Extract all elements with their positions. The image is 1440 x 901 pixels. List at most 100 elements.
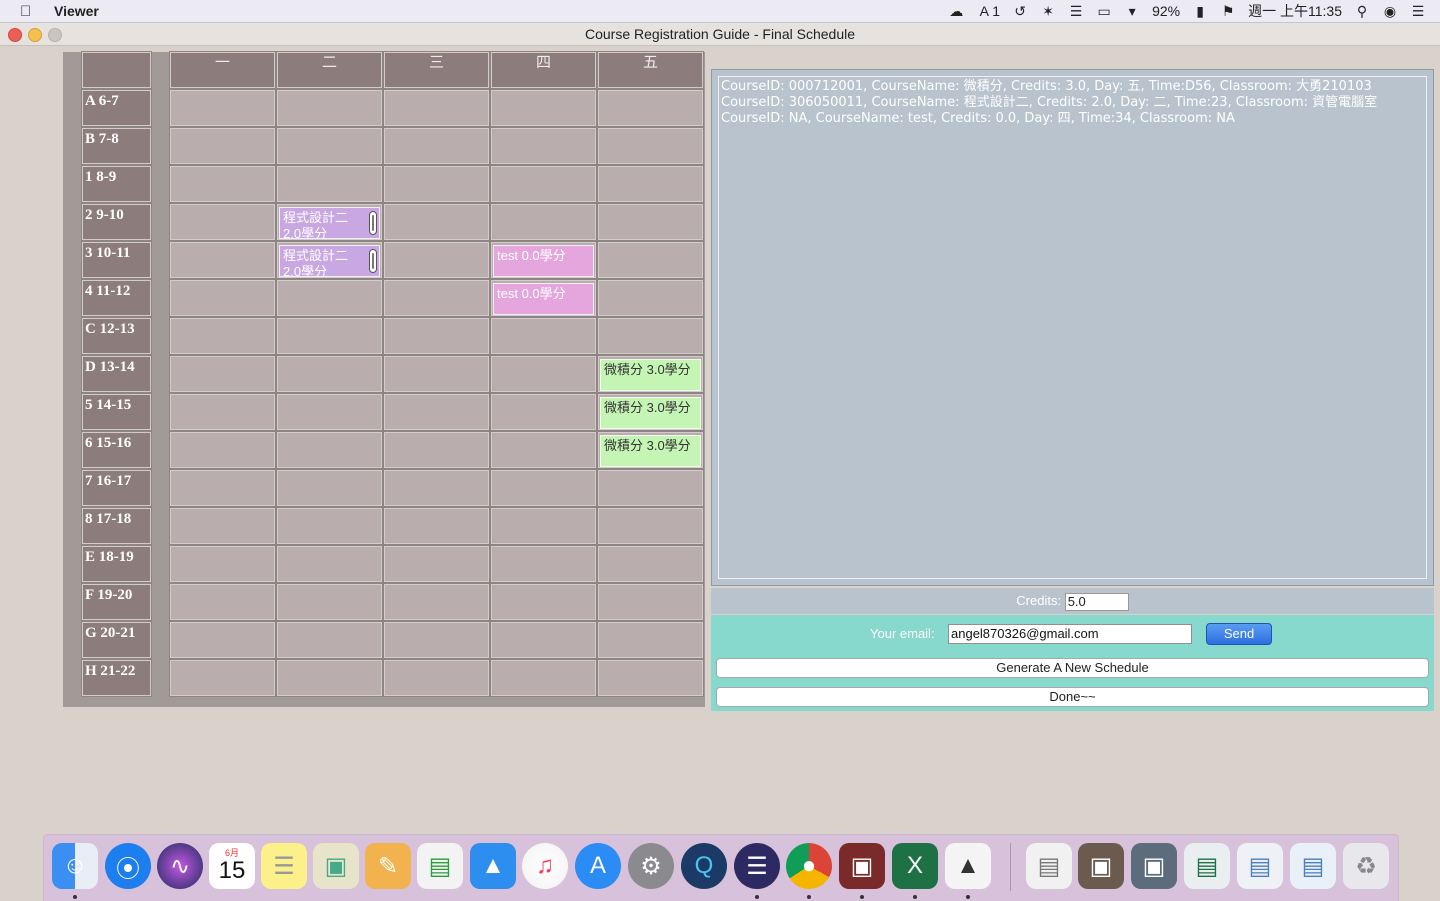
- system-preferences-icon[interactable]: ⚙: [628, 843, 674, 889]
- siri-dock-icon[interactable]: ∿: [157, 843, 203, 889]
- timetable-cell[interactable]: [490, 621, 597, 659]
- timetable-cell[interactable]: [169, 393, 276, 431]
- course-log-text[interactable]: CourseID: 000712001, CourseName: 微積分, Cr…: [718, 76, 1427, 579]
- timetable-cell[interactable]: [276, 659, 383, 697]
- course-block[interactable]: 微積分 3.0學分: [600, 435, 701, 467]
- pdf-document-icon[interactable]: ▤: [1026, 843, 1072, 889]
- course-block[interactable]: test 0.0學分: [493, 283, 594, 315]
- timetable-cell[interactable]: [490, 355, 597, 393]
- timetable-cell[interactable]: [169, 583, 276, 621]
- timetable-cell[interactable]: [169, 621, 276, 659]
- timetable-cell[interactable]: [383, 165, 490, 203]
- timetable-cell[interactable]: [383, 89, 490, 127]
- minimize-window-button[interactable]: [28, 28, 42, 42]
- timetable-cell[interactable]: [490, 583, 597, 621]
- timetable-cell[interactable]: [597, 89, 704, 127]
- timetable-cell[interactable]: [490, 469, 597, 507]
- timetable-cell[interactable]: [169, 507, 276, 545]
- course-block[interactable]: 程式設計二 2.0學分: [279, 207, 380, 239]
- java-app-icon[interactable]: ▲: [945, 843, 991, 889]
- eclipse-icon[interactable]: ☰: [734, 843, 780, 889]
- timetable-cell[interactable]: [276, 355, 383, 393]
- timetable-cell[interactable]: [169, 469, 276, 507]
- keynote-icon[interactable]: ▲: [470, 843, 516, 889]
- creative-cloud-icon[interactable]: ☁: [948, 3, 964, 20]
- photo-thumbnail-icon[interactable]: ▣: [1078, 843, 1124, 889]
- apple-menu-icon[interactable]: : [20, 3, 36, 20]
- timetable-cell[interactable]: [169, 355, 276, 393]
- timetable-cell[interactable]: [597, 203, 704, 241]
- timetable-cell[interactable]: [383, 241, 490, 279]
- timetable-cell[interactable]: [597, 621, 704, 659]
- volume-icon[interactable]: ▾: [1124, 3, 1140, 20]
- timetable-cell[interactable]: [383, 279, 490, 317]
- timetable-cell[interactable]: [490, 203, 597, 241]
- timetable-cell[interactable]: [169, 203, 276, 241]
- timetable-cell[interactable]: [169, 89, 276, 127]
- timetable-cell[interactable]: [169, 431, 276, 469]
- scroll-knob[interactable]: [369, 249, 377, 273]
- timetable-cell[interactable]: [276, 507, 383, 545]
- timetable-cell[interactable]: [169, 659, 276, 697]
- app-store-icon[interactable]: A: [575, 843, 621, 889]
- timetable-cell[interactable]: [597, 165, 704, 203]
- timetable-cell[interactable]: [276, 431, 383, 469]
- timetable-cell[interactable]: [276, 165, 383, 203]
- spotlight-search-icon[interactable]: ⚲: [1354, 3, 1370, 20]
- timetable-cell[interactable]: [276, 621, 383, 659]
- notes-icon[interactable]: ☰: [261, 843, 307, 889]
- timetable-cell[interactable]: [597, 317, 704, 355]
- photo-booth-icon[interactable]: ▣: [839, 843, 885, 889]
- calendar-icon[interactable]: 6月 15: [209, 843, 255, 889]
- quicktime-icon[interactable]: Q: [681, 843, 727, 889]
- app-menu[interactable]: Viewer: [54, 3, 99, 19]
- bluetooth-icon[interactable]: ✶: [1040, 3, 1056, 20]
- timetable-cell[interactable]: [169, 127, 276, 165]
- keyboard-layout-indicator[interactable]: A1: [976, 3, 1000, 19]
- menu-clock[interactable]: 週一 上午11:35: [1248, 1, 1342, 21]
- timetable-cell[interactable]: [383, 203, 490, 241]
- course-block[interactable]: 微積分 3.0學分: [600, 397, 701, 429]
- battery-icon[interactable]: ▮: [1192, 3, 1208, 20]
- timetable-cell[interactable]: [169, 545, 276, 583]
- time-machine-icon[interactable]: ↺: [1012, 3, 1028, 20]
- timetable-cell[interactable]: [276, 279, 383, 317]
- timetable-cell[interactable]: [276, 89, 383, 127]
- timetable-cell[interactable]: [383, 545, 490, 583]
- course-block[interactable]: test 0.0學分: [493, 245, 594, 277]
- timetable-cell[interactable]: [276, 317, 383, 355]
- close-window-button[interactable]: [8, 28, 22, 42]
- timetable-cell[interactable]: [276, 545, 383, 583]
- email-field[interactable]: angel870326@gmail.com: [948, 624, 1192, 644]
- timetable-cell[interactable]: [276, 469, 383, 507]
- finder-icon[interactable]: ☺: [52, 843, 98, 889]
- timetable-cell[interactable]: [597, 241, 704, 279]
- timetable-cell[interactable]: [490, 507, 597, 545]
- timetable-cell[interactable]: [169, 241, 276, 279]
- battery-percent[interactable]: 92%: [1152, 3, 1180, 19]
- wifi-icon[interactable]: ☰: [1068, 3, 1084, 20]
- timetable-cell[interactable]: [383, 469, 490, 507]
- airplay-icon[interactable]: ▭: [1096, 3, 1112, 20]
- timetable-cell[interactable]: [597, 469, 704, 507]
- timetable-cell[interactable]: [490, 165, 597, 203]
- zoom-window-button[interactable]: [48, 28, 62, 42]
- scroll-knob[interactable]: [369, 211, 377, 235]
- timetable-cell[interactable]: [383, 127, 490, 165]
- generate-new-schedule-button[interactable]: Generate A New Schedule: [716, 658, 1429, 678]
- pages-icon[interactable]: ✎: [365, 843, 411, 889]
- numbers-icon[interactable]: ▤: [417, 843, 463, 889]
- timetable-cell[interactable]: [383, 317, 490, 355]
- itunes-icon[interactable]: ♫: [522, 843, 568, 889]
- excel-icon[interactable]: X: [892, 843, 938, 889]
- done-button[interactable]: Done~~: [716, 687, 1429, 707]
- timetable-cell[interactable]: [597, 545, 704, 583]
- chrome-icon[interactable]: ●: [786, 843, 832, 889]
- timetable-cell[interactable]: [383, 659, 490, 697]
- timetable-cell[interactable]: [169, 317, 276, 355]
- siri-icon[interactable]: ◉: [1382, 3, 1398, 20]
- timetable-cell[interactable]: [490, 431, 597, 469]
- timetable-cell[interactable]: [490, 545, 597, 583]
- timetable-cell[interactable]: [490, 127, 597, 165]
- credits-field[interactable]: 5.0: [1064, 592, 1129, 611]
